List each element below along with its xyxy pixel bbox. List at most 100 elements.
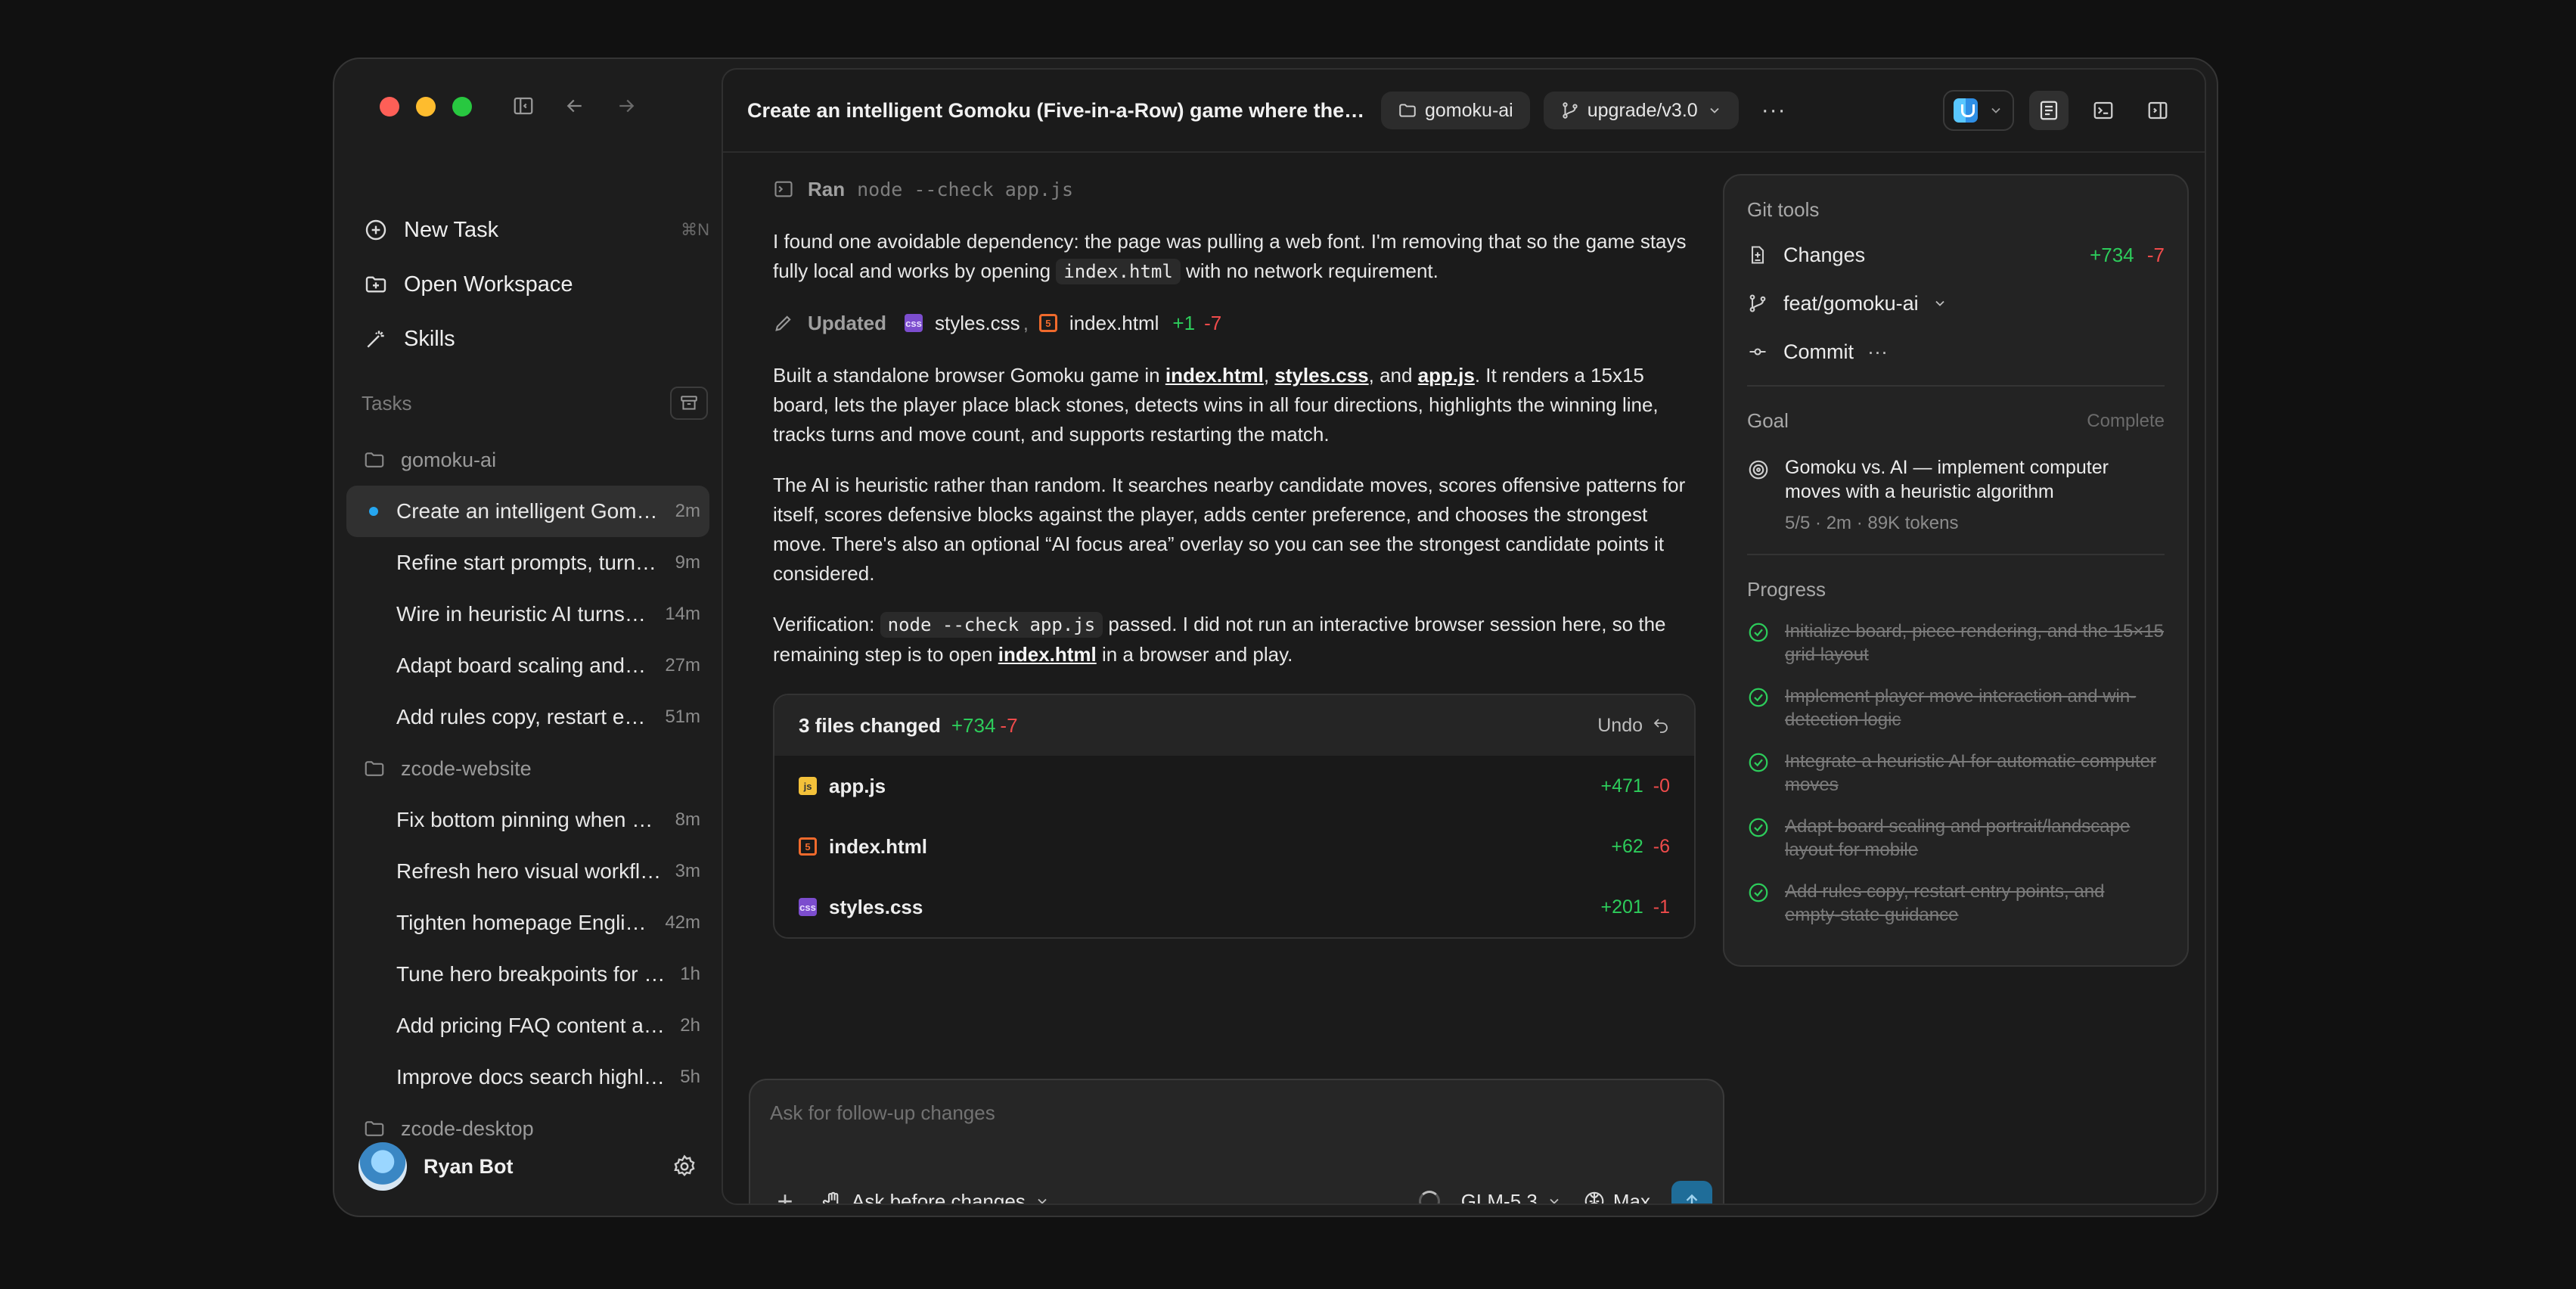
progress-item: Adapt board scaling and portrait/landsca… <box>1747 815 2165 862</box>
text: , and <box>1368 364 1418 387</box>
lines-removed: -0 <box>1653 775 1670 797</box>
terminal-icon <box>774 181 793 197</box>
task-item[interactable]: Refresh hero visual workflow 3m <box>346 846 709 897</box>
task-label: Create an intelligent Gomoku (Five-in-a-… <box>396 499 662 523</box>
brain-icon <box>1584 1191 1604 1204</box>
lines-added: +734 <box>2090 243 2134 266</box>
progress-label: Progress <box>1747 578 1826 601</box>
finder-icon <box>1954 98 1978 123</box>
app-window: New Task ⌘N Open Workspace Skills Tasks … <box>333 57 2218 1217</box>
skills-button[interactable]: Skills <box>363 312 709 366</box>
ran-label: Ran <box>808 177 846 200</box>
task-item[interactable]: Add rules copy, restart entry points 51m <box>346 691 709 743</box>
progress-header: Progress <box>1747 578 2165 601</box>
open-workspace-button[interactable]: Open Workspace <box>363 257 709 312</box>
skills-label: Skills <box>404 326 455 351</box>
forward-button[interactable] <box>613 92 640 120</box>
commit-label: Commit <box>1783 340 1854 363</box>
effort-selector[interactable]: Max <box>1583 1190 1650 1204</box>
task-item[interactable]: Tune hero breakpoints for tablets 1h <box>346 949 709 1000</box>
task-item[interactable]: Refine start prompts, turn indicators 9m <box>346 537 709 589</box>
lines-added: +734 <box>951 713 996 737</box>
chevron-down-icon <box>1935 300 1944 306</box>
progress-text: Add rules copy, restart entry points, an… <box>1785 881 2105 925</box>
send-button[interactable] <box>1671 1181 1712 1204</box>
terminal-button[interactable] <box>2084 91 2123 130</box>
model-selector[interactable]: GLM-5.3 <box>1461 1190 1562 1204</box>
task-label: Tune hero breakpoints for tablets <box>396 962 666 986</box>
toggle-right-sidebar-button[interactable] <box>2138 91 2177 130</box>
text: with no network requirement. <box>1180 259 1439 282</box>
branch-selector[interactable]: upgrade/v3.0 <box>1543 92 1739 129</box>
file-link[interactable]: app.js <box>1418 364 1475 387</box>
archive-button[interactable] <box>670 387 708 420</box>
lines-removed: -7 <box>1000 713 1018 737</box>
check-circle-icon <box>1749 818 1768 837</box>
repo-chip[interactable]: gomoku-ai <box>1381 92 1530 129</box>
open-in-finder-button[interactable] <box>1943 90 2014 131</box>
task-label: Adapt board scaling and layout <box>396 654 651 677</box>
branch-label: upgrade/v3.0 <box>1587 99 1698 121</box>
minimize-window-button[interactable] <box>416 97 436 116</box>
task-item[interactable]: Add pricing FAQ content and links 2h <box>346 1000 709 1051</box>
file-link[interactable]: index.html <box>1165 364 1264 387</box>
lines-removed: -6 <box>1653 835 1670 857</box>
folder-gomoku-ai[interactable]: gomoku-ai <box>346 434 709 486</box>
file-row[interactable]: css styles.css +201 -1 <box>774 877 1694 937</box>
file-row[interactable]: 5 index.html +62 -6 <box>774 816 1694 877</box>
files-changed-title: 3 files changed <box>799 713 941 737</box>
divider <box>1747 385 2165 387</box>
folder-plus-icon <box>363 272 389 297</box>
undo-button[interactable]: Undo <box>1597 711 1670 741</box>
task-time: 5h <box>680 1067 700 1087</box>
text: Verification: <box>773 613 880 635</box>
zoom-window-button[interactable] <box>452 97 472 116</box>
pencil-icon <box>775 315 791 331</box>
back-button[interactable] <box>561 92 588 120</box>
toggle-sidebar-button[interactable] <box>510 92 537 120</box>
file-link[interactable]: index.html <box>998 643 1097 666</box>
task-item[interactable]: Fix bottom pinning when scrolling 8m <box>346 794 709 846</box>
file-link[interactable]: styles.css <box>1274 364 1368 387</box>
terminal-icon <box>2093 101 2113 120</box>
task-item[interactable]: Improve docs search highlighting 5h <box>346 1051 709 1103</box>
arrow-up-icon <box>1686 1194 1698 1204</box>
new-task-shortcut: ⌘N <box>681 220 709 239</box>
new-task-button[interactable]: New Task ⌘N <box>363 203 709 257</box>
chevron-down-icon <box>1991 107 2000 113</box>
composer-toolbar: + Ask before changes GLM-5.3 Max <box>770 1180 1712 1204</box>
task-item[interactable]: Tighten homepage English copy 42m <box>346 897 709 949</box>
toggle-panel-button[interactable] <box>2029 91 2069 130</box>
updated-file[interactable]: styles.css <box>935 309 1020 338</box>
updated-file[interactable]: index.html <box>1069 309 1159 338</box>
gear-icon[interactable] <box>672 1154 697 1179</box>
progress-text: Integrate a heuristic AI for automatic c… <box>1785 751 2156 795</box>
progress-item: Initialize board, piece rendering, and t… <box>1747 620 2165 666</box>
lines-added: +1 <box>1172 311 1196 334</box>
task-item[interactable]: Wire in heuristic AI turns and scoring 1… <box>346 589 709 640</box>
ran-command-step[interactable]: Ran node --check app.js <box>773 172 1696 206</box>
separator: , <box>1023 311 1029 334</box>
lines-removed: -7 <box>1204 311 1222 334</box>
commit-row[interactable]: Commit ··· <box>1747 328 2165 376</box>
css-file-icon: css <box>799 898 817 916</box>
file-row[interactable]: js app.js +471 -0 <box>774 756 1694 816</box>
commit-more-button[interactable]: ··· <box>1867 340 1888 364</box>
task-item-active[interactable]: Create an intelligent Gomoku (Five-in-a-… <box>346 486 709 537</box>
text: Built a standalone browser Gomoku game i… <box>773 364 1165 387</box>
branch-row[interactable]: feat/gomoku-ai <box>1747 279 2165 328</box>
folder-zcode-website[interactable]: zcode-website <box>346 743 709 794</box>
sidebar: New Task ⌘N Open Workspace Skills Tasks … <box>334 59 722 1216</box>
permission-mode-selector[interactable]: Ask before changes <box>821 1190 1057 1204</box>
task-item[interactable]: Adapt board scaling and layout 27m <box>346 640 709 691</box>
attach-button[interactable]: + <box>770 1185 800 1204</box>
message-paragraph: Built a standalone browser Gomoku game i… <box>773 361 1696 449</box>
close-window-button[interactable] <box>380 97 399 116</box>
file-diff-icon <box>1751 246 1764 264</box>
user-profile[interactable]: Ryan Bot <box>358 1140 697 1193</box>
user-name: Ryan Bot <box>424 1154 514 1178</box>
more-options-button[interactable]: ··· <box>1761 98 1786 123</box>
updated-files-step[interactable]: Updated css styles.css , 5 index.html +1… <box>773 306 1696 340</box>
follow-up-input[interactable]: Ask for follow-up changes <box>770 1101 995 1125</box>
changes-row[interactable]: Changes +734 -7 <box>1747 231 2165 279</box>
